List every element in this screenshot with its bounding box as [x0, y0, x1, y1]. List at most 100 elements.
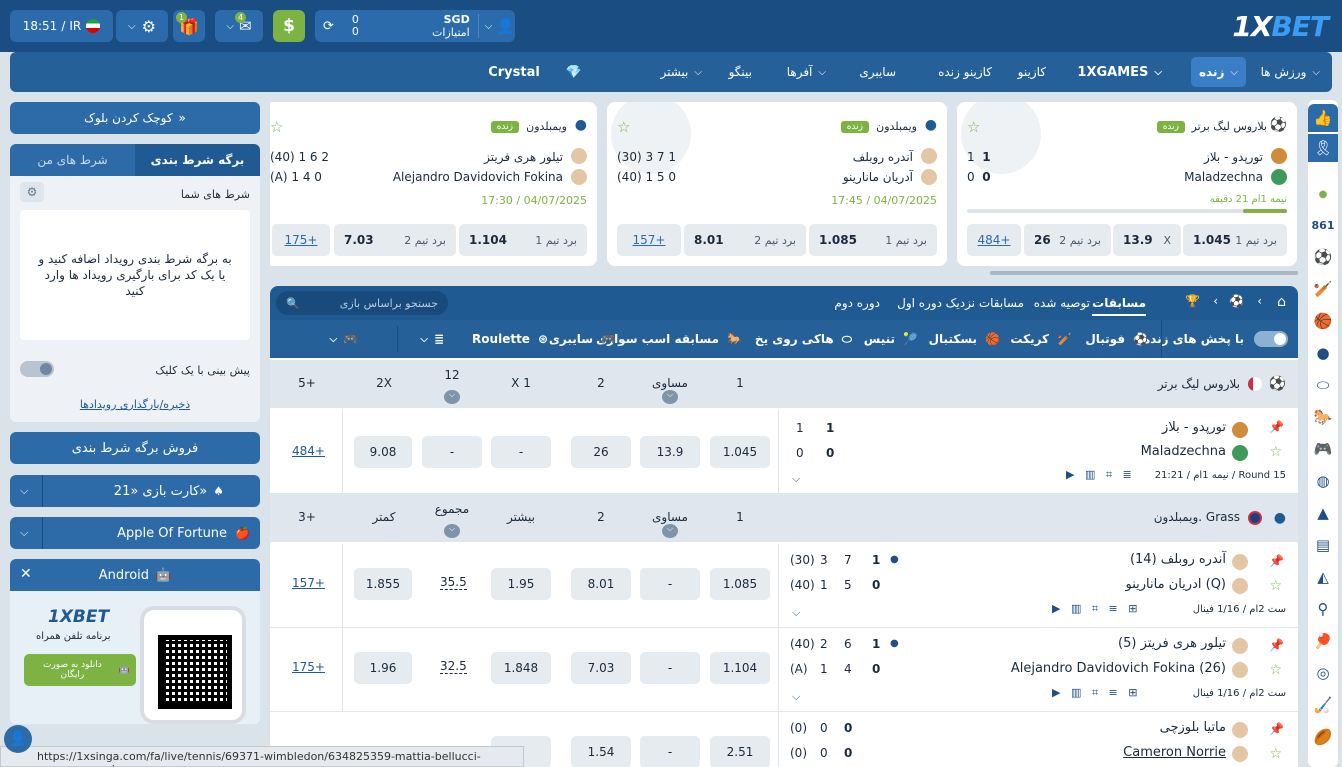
gamepad-icon[interactable]: 🎮: [1308, 435, 1338, 463]
save-load-link[interactable]: ذخیره/بارگذاری رویدادها: [10, 398, 260, 411]
list-view-toggle[interactable]: ⌵ ≣: [420, 320, 444, 358]
chevron-down-icon[interactable]: ⌵: [792, 472, 800, 486]
collapse-block-button[interactable]: کوچک کردن بلوک»: [10, 102, 260, 134]
col-header[interactable]: مجموع: [422, 502, 482, 516]
odd-cell[interactable]: 1.855: [354, 568, 412, 600]
odd-cell[interactable]: 1.104: [710, 652, 770, 684]
nav-casino[interactable]: کازینو: [1018, 52, 1046, 92]
event-row[interactable]: 📌 ☆ آندره روبلف (14) ادریان مانارینو (Q)…: [270, 544, 1298, 628]
gift-button[interactable]: 🎁 1: [173, 10, 205, 42]
pin-icon[interactable]: 📌: [1269, 420, 1284, 434]
card2-more-bets[interactable]: 157+: [617, 224, 681, 256]
horse-icon[interactable]: 🐎: [1308, 403, 1338, 431]
card1-odd-1[interactable]: 1.045 برد تیم 1: [1183, 224, 1287, 256]
nav-1xgames[interactable]: 1XGAMES ⌵: [1077, 52, 1162, 92]
home-icon[interactable]: ⌂: [1277, 294, 1286, 310]
pin-icon[interactable]: 📌: [1269, 638, 1284, 652]
sport-basketball[interactable]: بسکتبال 🏀: [929, 320, 1000, 358]
thumbs-up-icon[interactable]: 👍: [1308, 104, 1338, 132]
sport-ice-hockey[interactable]: هاکی روی یخ ⬭: [755, 320, 852, 358]
odd-cell[interactable]: 7.03: [571, 652, 631, 684]
apple-of-fortune-panel[interactable]: ⌵ Apple Of Fortune 🍎: [10, 517, 260, 549]
stats-icons[interactable]: ▶ ▥ ⌗ ≡ ⊞: [1052, 602, 1137, 616]
pin-icon[interactable]: 📌: [1269, 722, 1284, 736]
chevron-down-icon[interactable]: ⌵: [444, 390, 460, 404]
messages-button[interactable]: ⌵ ✉ 4: [215, 10, 263, 42]
nav-bingo[interactable]: بینگو: [729, 52, 752, 92]
tab-first-period[interactable]: دوره اول: [897, 296, 942, 310]
settings-button[interactable]: ⌵ ⚙: [116, 10, 168, 42]
card-21-panel[interactable]: ⌵ کارت بازی «21» ♠: [10, 475, 260, 507]
settings-button[interactable]: ⚙: [20, 182, 44, 202]
soccer-icon[interactable]: ⚽: [1229, 294, 1244, 308]
card2-odd-2[interactable]: 8.01 برد تیم 2: [684, 224, 806, 256]
odd-cell[interactable]: 2.51: [710, 736, 770, 767]
more-bets-link[interactable]: 175+: [292, 660, 325, 674]
odd-cell[interactable]: 1.95: [491, 568, 551, 600]
event-row[interactable]: 📌 ☆ تورپدو - بلاز Maladzechna 1 1 0 0 21…: [270, 410, 1298, 494]
odd-cell[interactable]: 1.848: [491, 652, 551, 684]
nav-promos[interactable]: آفرها ⌵: [787, 52, 826, 92]
chevron-down-icon[interactable]: ⌵: [444, 524, 460, 538]
nav-live[interactable]: زنده ⌵: [1190, 57, 1246, 87]
card1-more-bets[interactable]: 484+: [967, 224, 1021, 256]
shuttlecock-icon[interactable]: ◭: [1308, 563, 1338, 591]
nav-live-casino[interactable]: کازینو زنده: [938, 52, 992, 92]
odd-cell[interactable]: 8.01: [571, 568, 631, 600]
col-header[interactable]: 12: [422, 368, 482, 382]
one-click-toggle[interactable]: [20, 361, 54, 377]
sport-roulette[interactable]: Roulette ⊛: [472, 320, 548, 358]
pin-icon[interactable]: 📌: [1269, 554, 1284, 568]
sport-cyber[interactable]: سایبری 🎮: [549, 320, 616, 358]
odd-cell[interactable]: 1.085: [710, 568, 770, 600]
ribbon-icon[interactable]: 🎗: [1308, 134, 1338, 162]
nav-crystal[interactable]: 💎 Crystal: [488, 52, 608, 92]
sport-tennis[interactable]: تنیس 🎾: [864, 320, 918, 358]
favorite-star-icon[interactable]: ☆: [1269, 444, 1282, 460]
card2-odd-1[interactable]: 1.085 برد تیم 1: [809, 224, 937, 256]
col-header[interactable]: مساوی: [640, 376, 700, 390]
stats-icons[interactable]: ▶ ▥ ⌗ ≡ ⊞: [1052, 686, 1137, 700]
tab-second-period[interactable]: دوره دوم: [834, 296, 880, 310]
table-tennis-icon[interactable]: 🏓: [1308, 627, 1338, 655]
chat-avatar-icon[interactable]: 👤: [4, 725, 32, 753]
favorite-star-icon[interactable]: ☆: [1269, 662, 1282, 678]
chevron-down-icon[interactable]: ⌵: [662, 524, 678, 538]
chevron-down-icon[interactable]: ⌵: [792, 606, 800, 620]
chevron-down-icon[interactable]: ⌵: [662, 390, 678, 404]
tab-my-bets[interactable]: شرط های من: [10, 144, 135, 176]
pyramid-icon[interactable]: ▲: [1308, 499, 1338, 527]
favorite-star-icon[interactable]: ☆: [617, 118, 630, 136]
live-stream-toggle[interactable]: [1254, 331, 1288, 347]
games-menu[interactable]: ⌵ 🎮: [329, 320, 358, 358]
nav-sports[interactable]: ورزش ها ⌵: [1261, 52, 1320, 92]
odd-cell[interactable]: 26: [571, 436, 631, 468]
odd-cell[interactable]: 13.9: [640, 436, 700, 468]
close-icon[interactable]: ✕: [20, 566, 32, 582]
sport-cricket[interactable]: کریکت 🏏: [1010, 320, 1072, 358]
soccer-icon[interactable]: ⚽: [1308, 243, 1338, 271]
card3-odd-2[interactable]: 7.03 برد تیم 2: [334, 224, 456, 256]
odd-cell[interactable]: 1.96: [354, 652, 412, 684]
more-bets-link[interactable]: 484+: [292, 444, 325, 458]
hockey-stick-icon[interactable]: 🏑: [1308, 691, 1338, 719]
tab-upcoming[interactable]: مسابقات نزدیک: [946, 296, 1024, 310]
basketball-icon[interactable]: 🏀: [1308, 307, 1338, 335]
search-input[interactable]: 🔍 جستجو براساس بازی: [276, 291, 448, 315]
nav-cyber[interactable]: سایبری: [859, 52, 896, 92]
event-row[interactable]: 📌 ☆ تیلور هری فریتز (5) Alejandro Davido…: [270, 628, 1298, 712]
sell-betslip-button[interactable]: فروش برگه شرط بندی: [10, 432, 260, 464]
golf-icon[interactable]: ⚲: [1308, 595, 1338, 623]
odd-cell[interactable]: -: [640, 652, 700, 684]
balance-panel[interactable]: ⟳ 0 0 SGD امتیازات ⌵ 👤: [315, 10, 515, 42]
volleyball-icon[interactable]: ◍: [1308, 467, 1338, 495]
odd-cell[interactable]: -: [491, 436, 551, 468]
trophy-icon[interactable]: 🏆: [1185, 294, 1200, 308]
col-header[interactable]: مساوی: [640, 510, 700, 524]
card3-more-bets[interactable]: 175+: [272, 224, 330, 256]
team2-name[interactable]: Cameron Norrie: [1123, 745, 1226, 760]
tab-matches[interactable]: مسابقات: [1092, 296, 1146, 316]
favorite-star-icon[interactable]: ☆: [1269, 746, 1282, 762]
odd-cell[interactable]: -: [422, 436, 482, 468]
target-icon[interactable]: ◎: [1308, 659, 1338, 687]
